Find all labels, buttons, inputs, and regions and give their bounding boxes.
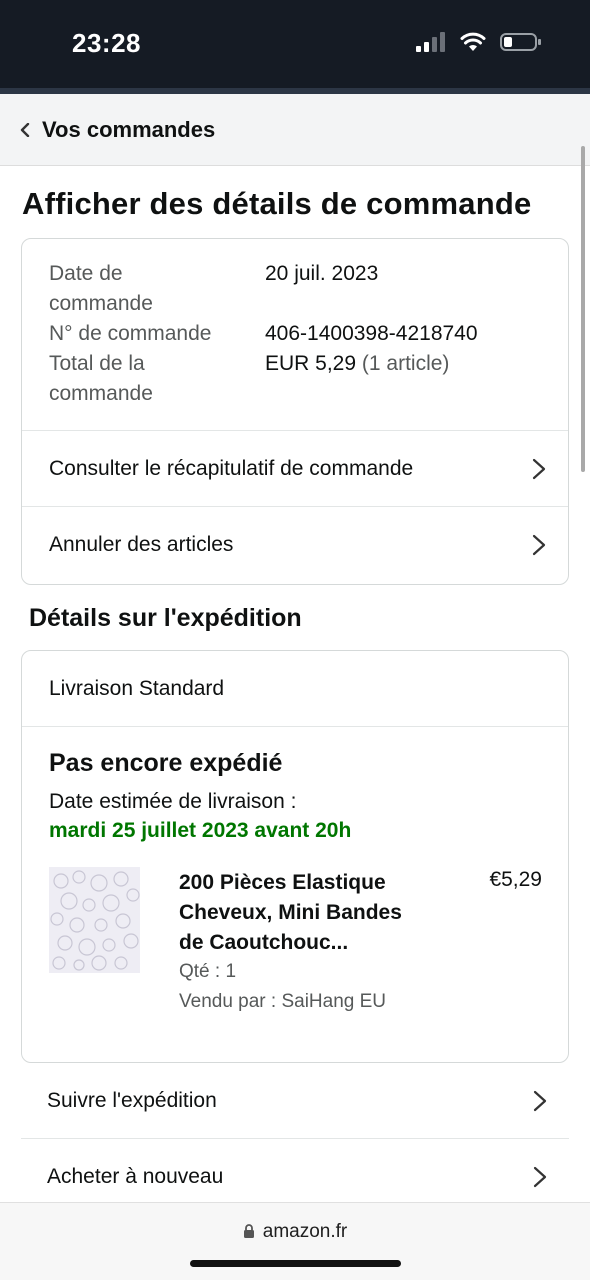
order-date-value: 20 juil. 2023	[265, 262, 379, 285]
order-date-label: Date de commande	[49, 259, 265, 319]
url-text[interactable]: amazon.fr	[263, 1221, 347, 1242]
order-total-items: (1 article)	[361, 352, 450, 375]
product-title[interactable]: 200 Pièces Elastique Cheveux, Mini Bande…	[179, 868, 439, 958]
shipment-section-title: Détails sur l'expédition	[29, 604, 302, 632]
order-number-row: N° de commande 406-1400398-4218740	[49, 319, 478, 349]
lock-icon	[243, 1224, 254, 1238]
shipment-status: Pas encore expédié	[49, 749, 283, 777]
shipping-method-label: Livraison Standard	[49, 676, 225, 700]
order-info-card: Date de commande 20 juil. 2023 N° de com…	[21, 238, 569, 585]
product-thumbnail-graphic	[49, 867, 140, 973]
chevron-right-icon	[533, 1166, 547, 1187]
chevron-right-icon	[532, 534, 546, 555]
cancel-items-link[interactable]: Annuler des articles	[22, 506, 568, 582]
status-bar: 23:28	[0, 0, 590, 88]
shipping-method: Livraison Standard	[22, 651, 568, 727]
buy-again-label[interactable]: Acheter à nouveau	[47, 1165, 533, 1189]
status-icons	[416, 32, 542, 52]
chevron-right-icon	[533, 1090, 547, 1111]
order-number-label: N° de commande	[49, 322, 212, 345]
eta-label: Date estimée de livraison :	[49, 790, 297, 813]
wifi-icon	[460, 32, 486, 51]
order-info-grid: Date de commande 20 juil. 2023 N° de com…	[49, 259, 478, 409]
order-summary-label[interactable]: Consulter le récapitulatif de commande	[49, 457, 532, 481]
order-total-row: Total de la commande EUR 5,29 (1 article…	[49, 349, 478, 409]
shipment-card: Livraison Standard Pas encore expédié Da…	[21, 650, 569, 1063]
track-shipment-link[interactable]: Suivre l'expédition	[21, 1063, 569, 1139]
product-quantity: Qté : 1	[179, 961, 237, 982]
order-total-label: Total de la commande	[49, 349, 265, 409]
product-title-line3[interactable]: de Caoutchouc...	[179, 928, 439, 958]
chevron-left-icon[interactable]	[20, 122, 32, 137]
product-seller: Vendu par : SaiHang EU	[179, 991, 387, 1012]
battery-icon	[500, 33, 541, 51]
order-total-label-line2: commande	[49, 382, 153, 405]
track-shipment-label[interactable]: Suivre l'expédition	[47, 1089, 533, 1113]
order-number-value: 406-1400398-4218740	[265, 322, 478, 345]
order-total-label-line1: Total de la	[49, 352, 145, 375]
order-date-label-line2: commande	[49, 292, 153, 315]
order-total-amount: EUR 5,29	[265, 352, 357, 375]
product-price: €5,29	[489, 868, 542, 891]
cancel-items-label[interactable]: Annuler des articles	[49, 533, 532, 557]
product-title-line2[interactable]: Cheveux, Mini Bandes	[179, 898, 439, 928]
browser-url-bar[interactable]: amazon.fr	[0, 1202, 590, 1280]
order-date-label-line1: Date de	[49, 262, 123, 285]
url-display[interactable]: amazon.fr	[0, 1221, 590, 1243]
status-time: 23:28	[72, 28, 141, 58]
order-total-value: EUR 5,29 (1 article)	[265, 349, 449, 409]
back-nav[interactable]: Vos commandes	[0, 94, 590, 166]
product-image[interactable]	[49, 867, 140, 973]
signal-icon	[416, 32, 445, 52]
scrollbar[interactable]	[581, 146, 585, 472]
back-link[interactable]: Vos commandes	[42, 117, 215, 143]
home-indicator[interactable]	[190, 1260, 401, 1267]
page-title: Afficher des détails de commande	[22, 186, 532, 221]
eta-date: mardi 25 juillet 2023 avant 20h	[49, 819, 352, 842]
chevron-right-icon	[532, 458, 546, 479]
product-title-line1[interactable]: 200 Pièces Elastique	[179, 868, 439, 898]
order-summary-link[interactable]: Consulter le récapitulatif de commande	[22, 430, 568, 506]
order-date-row: Date de commande 20 juil. 2023	[49, 259, 478, 319]
